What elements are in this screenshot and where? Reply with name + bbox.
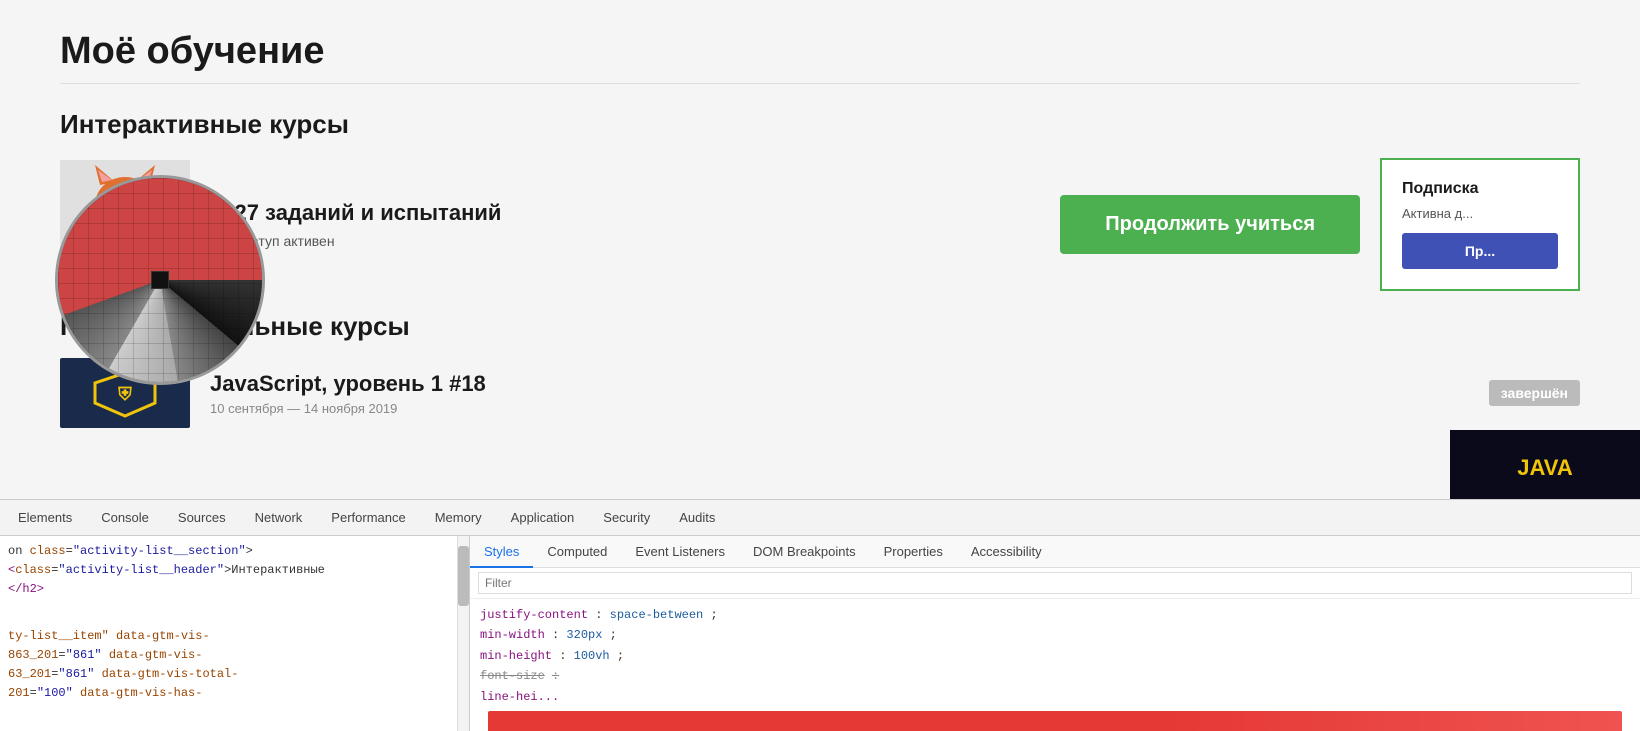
magnifier-inner (58, 178, 262, 382)
course-row-1: 1227 заданий и испытаний ✓ Доступ активе… (60, 158, 1580, 291)
tab-security[interactable]: Security (589, 500, 665, 536)
java-label: JAVA (1517, 455, 1572, 481)
tab-elements[interactable]: Elements (4, 500, 87, 536)
css-line-3: min-height : 100vh ; (480, 646, 1630, 666)
dom-line-7: 63_201="861" data-gtm-vis-total- (8, 665, 461, 684)
course-2-name: JavaScript, уровень 1 #18 (210, 371, 1469, 397)
styles-content: justify-content : space-between ; min-wi… (470, 599, 1640, 731)
dom-line-3: </h2> (8, 580, 461, 599)
dom-scrollbar[interactable] (457, 536, 469, 731)
styles-tab-styles[interactable]: Styles (470, 536, 533, 568)
subscription-card: Подписка Активна д... Пр... (1380, 158, 1580, 291)
styles-tab-properties[interactable]: Properties (870, 536, 957, 568)
scrollbar-thumb[interactable] (458, 546, 469, 606)
dom-line-6: 863_201="861" data-gtm-vis- (8, 646, 461, 665)
dom-line-4 (8, 600, 461, 619)
subscription-title: Подписка (1402, 180, 1558, 198)
styles-tab-dom-breakpoints[interactable]: DOM Breakpoints (739, 536, 870, 568)
main-page: Моё обучение Интерактивные курсы (0, 0, 1640, 520)
dom-line-5: ty-list__item" data-gtm-vis- (8, 627, 461, 646)
devtools-tabbar: Elements Console Sources Network Perform… (0, 500, 1640, 536)
css-line-1: justify-content : space-between ; (480, 605, 1630, 625)
interactive-section-title: Интерактивные курсы (60, 109, 1580, 140)
styles-filter-bar (470, 568, 1640, 599)
tab-memory[interactable]: Memory (421, 500, 497, 536)
subscription-status: Активна д... (1402, 206, 1558, 221)
status-badge: завершён (1489, 380, 1580, 406)
tab-sources[interactable]: Sources (164, 500, 241, 536)
styles-filter-input[interactable] (478, 572, 1632, 594)
course-1-info: 1227 заданий и испытаний ✓ Доступ активе… (210, 200, 1040, 250)
devtools-panel: Elements Console Sources Network Perform… (0, 499, 1640, 731)
css-line-2: min-width : 320px ; (480, 625, 1630, 645)
tab-performance[interactable]: Performance (317, 500, 420, 536)
continue-button[interactable]: Продолжить учиться (1060, 195, 1360, 254)
tab-console[interactable]: Console (87, 500, 164, 536)
course-2-date: 10 сентября — 14 ноября 2019 (210, 401, 1469, 416)
dom-spacer (8, 619, 461, 627)
dom-line-8: 201="100" data-gtm-vis-has- (8, 684, 461, 703)
course-1-name: 1227 заданий и испытаний (210, 200, 1040, 226)
dom-line-1: on class="activity-list__section"> (8, 542, 461, 561)
styles-tab-event-listeners[interactable]: Event Listeners (621, 536, 739, 568)
svg-text:⛨: ⛨ (117, 384, 132, 404)
css-line-4: font-size : (480, 666, 1630, 686)
tab-network[interactable]: Network (241, 500, 318, 536)
dom-panel: on class="activity-list__section"> <clas… (0, 536, 470, 731)
red-bar-visual (488, 711, 1622, 731)
java-thumbnail: JAVA (1450, 430, 1640, 505)
magnifier-overlay (55, 175, 265, 385)
course-row-2: ⛨ JavaScript, уровень 1 #18 10 сентября … (60, 358, 1580, 428)
tab-audits[interactable]: Audits (665, 500, 730, 536)
page-title: Моё обучение (60, 30, 1580, 73)
tab-application[interactable]: Application (497, 500, 590, 536)
focus-pixel (151, 271, 169, 289)
access-badge: ✓ Доступ активен (210, 232, 1040, 250)
subscription-button[interactable]: Пр... (1402, 233, 1558, 269)
professional-section-title: Профессиональные курсы (60, 311, 1580, 342)
styles-tabbar: Styles Computed Event Listeners DOM Brea… (470, 536, 1640, 568)
devtools-body: on class="activity-list__section"> <clas… (0, 536, 1640, 731)
styles-tab-accessibility[interactable]: Accessibility (957, 536, 1056, 568)
dom-content: on class="activity-list__section"> <clas… (0, 536, 469, 731)
dom-line-2: <class="activity-list__header">Интеракти… (8, 561, 461, 580)
styles-tab-computed[interactable]: Computed (533, 536, 621, 568)
divider (60, 83, 1580, 84)
styles-panel: Styles Computed Event Listeners DOM Brea… (470, 536, 1640, 731)
css-line-5: line-hei... (480, 687, 1630, 707)
course-2-info: JavaScript, уровень 1 #18 10 сентября — … (210, 371, 1469, 416)
